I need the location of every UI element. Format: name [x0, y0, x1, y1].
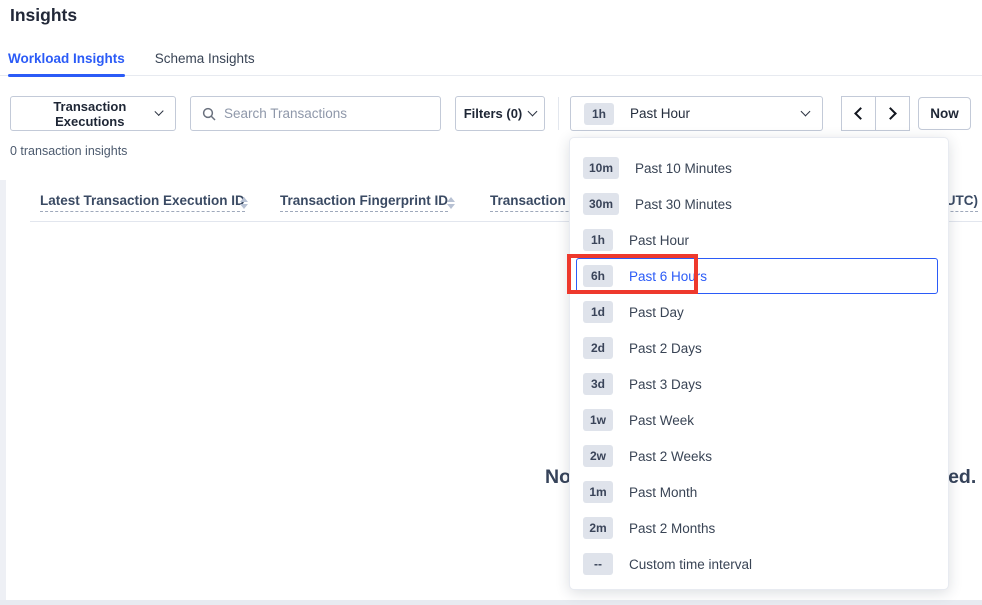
time-badge: 2d	[583, 337, 613, 359]
time-badge: 1d	[583, 301, 613, 323]
prev-interval-button[interactable]	[841, 96, 876, 131]
chevron-down-icon	[801, 107, 811, 117]
insights-page: Insights Workload Insights Schema Insigh…	[0, 0, 982, 605]
filters-button-label: Filters (0)	[464, 106, 523, 121]
sort-icon[interactable]	[447, 197, 455, 209]
time-badge: 1m	[583, 481, 613, 503]
menu-item-past-2-weeks[interactable]: 2w Past 2 Weeks	[570, 438, 948, 474]
time-nav-group	[841, 96, 910, 131]
menu-item-past-2-days[interactable]: 2d Past 2 Days	[570, 330, 948, 366]
chevron-right-icon	[884, 107, 897, 120]
time-interval-badge: 1h	[584, 103, 614, 125]
page-title: Insights	[10, 5, 77, 26]
insight-type-select[interactable]: Transaction Executions	[10, 96, 176, 131]
insights-count: 0 transaction insights	[10, 144, 127, 158]
menu-item-past-30-minutes[interactable]: 30m Past 30 Minutes	[570, 186, 948, 222]
menu-item-past-3-days[interactable]: 3d Past 3 Days	[570, 366, 948, 402]
insight-type-select-label: Transaction Executions	[24, 99, 156, 129]
menu-item-past-2-months[interactable]: 2m Past 2 Months	[570, 510, 948, 546]
next-interval-button[interactable]	[875, 96, 910, 131]
toolbar-divider	[558, 97, 559, 130]
time-badge: 2w	[583, 445, 613, 467]
search-icon	[202, 107, 216, 121]
time-badge: 2m	[583, 517, 613, 539]
menu-item-past-6-hours[interactable]: 6h Past 6 Hours	[570, 258, 948, 294]
bottom-divider	[0, 600, 982, 605]
time-interval-label: Past Hour	[630, 106, 690, 121]
menu-item-past-day[interactable]: 1d Past Day	[570, 294, 948, 330]
menu-item-past-month[interactable]: 1m Past Month	[570, 474, 948, 510]
time-interval-select[interactable]: 1h Past Hour	[570, 96, 823, 131]
sort-icon[interactable]	[240, 197, 248, 209]
time-badge: 10m	[583, 157, 619, 179]
filters-button[interactable]: Filters (0)	[455, 96, 545, 131]
chevron-down-icon	[528, 107, 538, 117]
time-badge: --	[583, 553, 613, 575]
now-button[interactable]: Now	[918, 97, 971, 130]
menu-item-past-week[interactable]: 1w Past Week	[570, 402, 948, 438]
tab-bar: Workload Insights Schema Insights	[0, 42, 982, 76]
search-input[interactable]	[224, 106, 440, 121]
menu-item-past-10-minutes[interactable]: 10m Past 10 Minutes	[570, 150, 948, 186]
tab-schema-insights[interactable]: Schema Insights	[155, 42, 255, 75]
time-badge: 3d	[583, 373, 613, 395]
column-header-latest-transaction-execution-id[interactable]: Latest Transaction Execution ID	[40, 193, 245, 212]
menu-item-past-hour[interactable]: 1h Past Hour	[570, 222, 948, 258]
column-header-transaction-fingerprint-id[interactable]: Transaction Fingerprint ID	[280, 193, 448, 212]
time-badge: 6h	[583, 265, 613, 287]
search-box[interactable]	[190, 96, 441, 131]
time-badge: 1h	[583, 229, 613, 251]
menu-item-custom-time-interval[interactable]: -- Custom time interval	[570, 546, 948, 582]
tab-workload-insights[interactable]: Workload Insights	[8, 42, 125, 75]
chevron-left-icon	[854, 107, 867, 120]
time-badge: 1w	[583, 409, 613, 431]
time-badge: 30m	[583, 193, 619, 215]
time-interval-dropdown: 10m Past 10 Minutes 30m Past 30 Minutes …	[569, 137, 949, 590]
table-scroll-gutter	[0, 180, 6, 600]
